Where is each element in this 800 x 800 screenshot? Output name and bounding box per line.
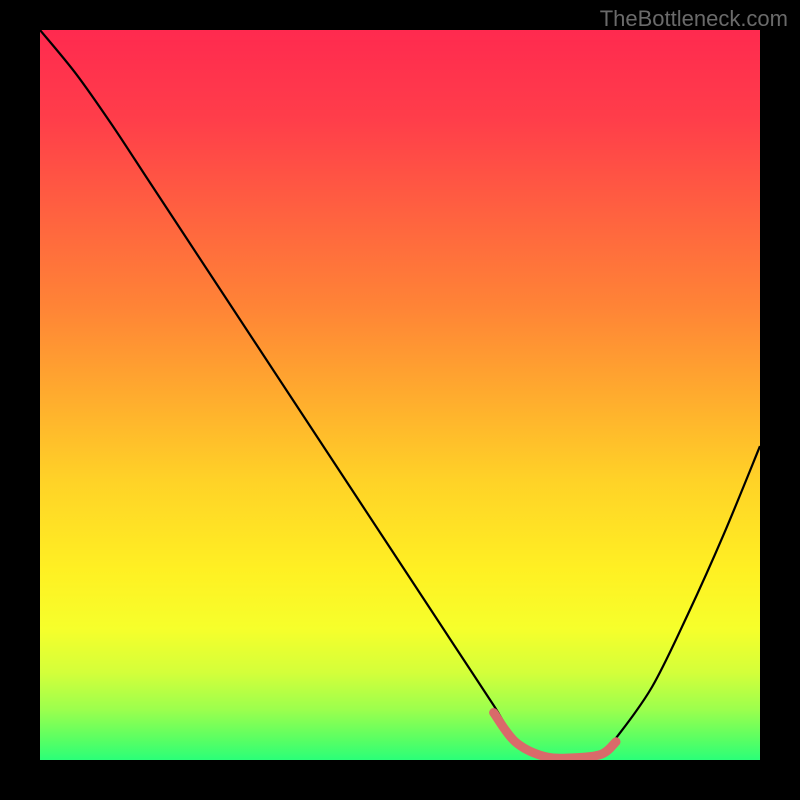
optimal-range-marker xyxy=(494,713,616,759)
watermark-text: TheBottleneck.com xyxy=(600,6,788,32)
chart-curve-layer xyxy=(40,30,760,760)
bottleneck-curve xyxy=(40,30,760,760)
plot-area xyxy=(40,30,760,760)
